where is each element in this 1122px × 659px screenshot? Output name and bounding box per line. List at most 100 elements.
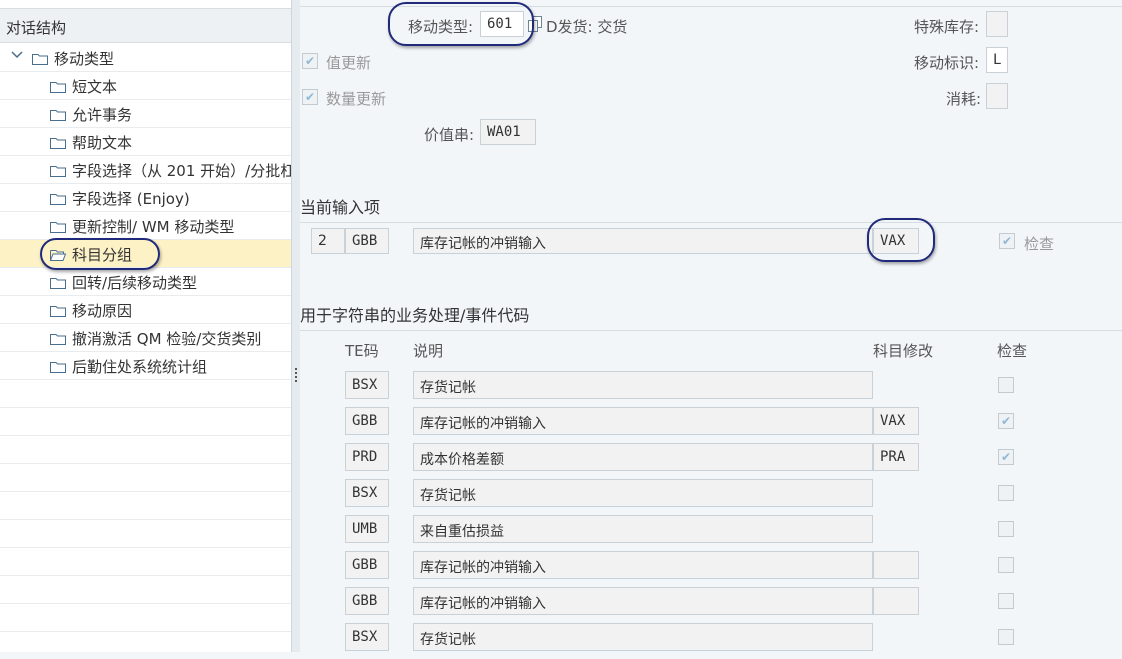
- description-cell: 库存记帐的冲销输入: [413, 587, 873, 615]
- te-code-cell: GBB: [345, 407, 389, 435]
- movement-indicator-label: 移动标识:: [914, 54, 980, 72]
- tree-item-update-control[interactable]: 更新控制/ WM 移动类型: [0, 212, 291, 240]
- current-entry-check-checkbox[interactable]: ✔: [999, 233, 1015, 249]
- tree-item-reversal-follow-on[interactable]: 回转/后续移动类型: [0, 268, 291, 296]
- folder-icon: [50, 79, 66, 93]
- col-header-te-code: TE码: [345, 342, 379, 360]
- folder-icon: [50, 191, 66, 205]
- folder-icon: [50, 163, 66, 177]
- table-row: BSX 存货记帐: [300, 479, 1122, 515]
- description-cell: 存货记帐: [413, 623, 873, 651]
- te-code-cell: BSX: [345, 623, 389, 651]
- description-cell: 库存记帐的冲销输入: [413, 407, 873, 435]
- check-checkbox[interactable]: [998, 557, 1014, 573]
- tree-empty-row: [0, 548, 291, 576]
- tree-item-label: 更新控制/ WM 移动类型: [72, 218, 235, 236]
- tree-empty-row: [0, 576, 291, 604]
- te-code-cell: PRD: [345, 443, 389, 471]
- te-code-cell: UMB: [345, 515, 389, 543]
- check-checkbox[interactable]: ✔: [998, 413, 1014, 429]
- table-row: GBB 库存记帐的冲销输入: [300, 551, 1122, 587]
- check-checkbox[interactable]: [998, 377, 1014, 393]
- tree-item-field-selection-enjoy[interactable]: 字段选择 (Enjoy): [0, 184, 291, 212]
- tree-item-short-text[interactable]: 短文本: [0, 72, 291, 100]
- dialog-structure-header: 对话结构: [0, 8, 291, 43]
- special-stock-label: 特殊库存:: [914, 18, 980, 36]
- divider: [300, 330, 1122, 331]
- tree-item-allowed-transactions[interactable]: 允许事务: [0, 100, 291, 128]
- te-code-cell: BSX: [345, 371, 389, 399]
- panel-splitter[interactable]: [292, 0, 300, 652]
- value-string-field[interactable]: WA01: [480, 119, 536, 145]
- folder-icon: [50, 107, 66, 121]
- current-entry-te-code: GBB: [345, 228, 389, 254]
- tree-item-label: 短文本: [72, 78, 118, 96]
- tree-item-label: 回转/后续移动类型: [72, 274, 198, 292]
- tree-item-reason-for-movement[interactable]: 移动原因: [0, 296, 291, 324]
- description-cell: 存货记帐: [413, 479, 873, 507]
- col-header-account-mod: 科目修改: [873, 342, 934, 360]
- current-entry-number: 2: [311, 228, 345, 254]
- account-mod-cell[interactable]: VAX: [873, 407, 919, 435]
- folder-icon: [50, 331, 66, 345]
- movement-indicator-field[interactable]: L: [986, 47, 1008, 73]
- tree-item-label: 字段选择 (Enjoy): [72, 190, 190, 208]
- account-mod-cell[interactable]: [873, 587, 919, 615]
- check-checkbox[interactable]: [998, 485, 1014, 501]
- tree: 移动类型 短文本 允许事务 帮助文本 字段选择（从 201 开始）/分批杠 字段…: [0, 44, 291, 632]
- folder-open-icon: [50, 247, 67, 261]
- movement-type-description: D发货: 交货: [546, 18, 628, 36]
- current-entry-account-modifier[interactable]: VAX: [873, 228, 919, 254]
- table-row: BSX 存货记帐: [300, 371, 1122, 407]
- tree-item-label: 撤消激活 QM 检验/交货类别: [72, 330, 262, 348]
- folder-icon: [50, 219, 66, 233]
- tree-item-help-text[interactable]: 帮助文本: [0, 128, 291, 156]
- qty-update-checkbox[interactable]: ✔: [302, 89, 318, 105]
- description-cell: 成本价格差额: [413, 443, 873, 471]
- divider: [300, 222, 1122, 223]
- tree-item-deactivate-qm[interactable]: 撤消激活 QM 检验/交货类别: [0, 324, 291, 352]
- folder-icon: [50, 275, 66, 289]
- check-checkbox[interactable]: [998, 629, 1014, 645]
- tree-empty-row: [0, 520, 291, 548]
- tree-item-field-selection-201[interactable]: 字段选择（从 201 开始）/分批杠: [0, 156, 291, 184]
- account-mod-cell[interactable]: [873, 551, 919, 579]
- tree-item-label: 后勤住处系统统计组: [72, 358, 208, 376]
- table-row: PRD 成本价格差额 PRA ✔: [300, 443, 1122, 479]
- special-stock-field[interactable]: [986, 11, 1008, 37]
- tree-empty-row: [0, 464, 291, 492]
- detail-form: 移动类型: 601 D发货: 交货 特殊库存: ✔ 值更新 移动标识: L ✔ …: [300, 0, 1122, 652]
- tree-empty-row: [0, 492, 291, 520]
- chevron-down-icon[interactable]: [10, 47, 24, 61]
- consumption-field[interactable]: [986, 83, 1008, 109]
- tree-item-label: 字段选择（从 201 开始）/分批杠: [72, 162, 291, 180]
- tree-item-movement-type[interactable]: 移动类型: [0, 44, 291, 72]
- tree-item-lis-stat-group[interactable]: 后勤住处系统统计组: [0, 352, 291, 380]
- value-help-icon[interactable]: [528, 16, 542, 32]
- current-entry-check-label: 检查: [1024, 235, 1055, 253]
- value-update-checkbox[interactable]: ✔: [302, 53, 318, 69]
- check-checkbox[interactable]: ✔: [998, 449, 1014, 465]
- tree-item-label: 移动原因: [72, 302, 133, 320]
- table-row: GBB 库存记帐的冲销输入 VAX ✔: [300, 407, 1122, 443]
- table-row: GBB 库存记帐的冲销输入: [300, 587, 1122, 623]
- splitter-grip-icon[interactable]: [295, 368, 297, 382]
- te-code-cell: GBB: [345, 551, 389, 579]
- check-checkbox[interactable]: [998, 521, 1014, 537]
- te-section-title: 用于字符串的业务处理/事件代码: [300, 306, 530, 325]
- movement-type-field[interactable]: 601: [480, 11, 524, 37]
- current-entry-title: 当前输入项: [300, 198, 381, 217]
- check-checkbox[interactable]: [998, 593, 1014, 609]
- tree-empty-row: [0, 604, 291, 632]
- account-mod-cell[interactable]: PRA: [873, 443, 919, 471]
- folder-icon: [32, 51, 48, 65]
- table-row: UMB 来自重估损益: [300, 515, 1122, 551]
- col-header-check: 检查: [997, 342, 1028, 360]
- value-string-label: 价值串:: [424, 126, 475, 144]
- tree-empty-row: [0, 436, 291, 464]
- tree-item-account-grouping[interactable]: 科目分组: [0, 240, 291, 268]
- te-code-cell: BSX: [345, 479, 389, 507]
- description-cell: 存货记帐: [413, 371, 873, 399]
- description-cell: 库存记帐的冲销输入: [413, 551, 873, 579]
- movement-type-label: 移动类型:: [408, 18, 474, 36]
